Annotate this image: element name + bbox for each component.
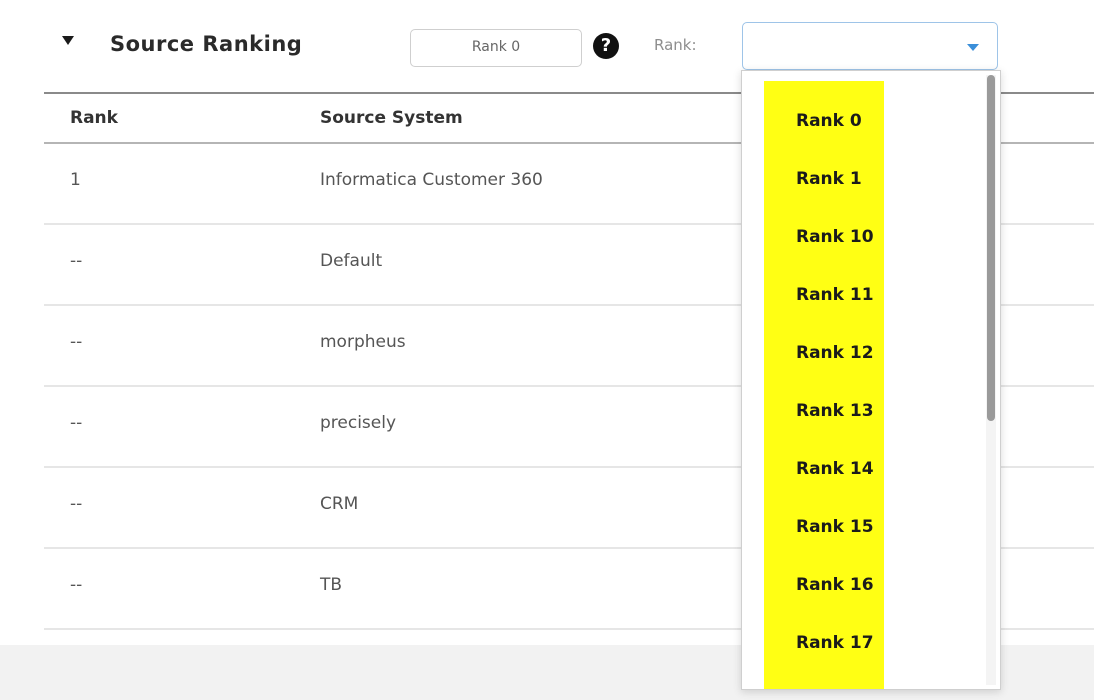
dropdown-scrollbar[interactable]	[986, 75, 996, 685]
dropdown-option-label: Rank 17	[792, 629, 880, 657]
cell-source-system: TB	[320, 575, 343, 595]
rank-select[interactable]	[742, 22, 998, 70]
dropdown-option-label: Rank 14	[792, 455, 880, 483]
cell-rank: 1	[70, 170, 81, 190]
cell-source-system: precisely	[320, 413, 397, 433]
cell-source-system: CRM	[320, 494, 359, 514]
dropdown-option[interactable]: Rank 17	[742, 617, 982, 675]
cell-source-system: Informatica Customer 360	[320, 170, 543, 190]
rank-label: Rank:	[654, 36, 697, 54]
rank-chip-button[interactable]: Rank 0	[410, 29, 582, 67]
dropdown-option[interactable]: Rank 1	[742, 153, 982, 211]
cell-rank: --	[70, 332, 83, 352]
cell-source-system: morpheus	[320, 332, 406, 352]
dropdown-option[interactable]: Rank 15	[742, 501, 982, 559]
dropdown-option-label: Rank 16	[792, 571, 880, 599]
cell-source-system: Default	[320, 251, 383, 271]
dropdown-option-label: Rank 11	[792, 281, 880, 309]
scrollbar-thumb[interactable]	[987, 75, 995, 421]
cell-rank: --	[70, 251, 83, 271]
dropdown-option[interactable]: Rank 11	[742, 269, 982, 327]
rank-dropdown-list[interactable]: Rank 0 Rank 1 Rank 10 Rank 11 Rank 12 Ra…	[741, 70, 1001, 690]
caret-down-icon[interactable]	[967, 44, 979, 51]
dropdown-option-label: Rank 1	[792, 165, 868, 193]
cell-rank: --	[70, 575, 83, 595]
section-title: Source Ranking	[110, 32, 303, 56]
dropdown-option[interactable]: Rank 13	[742, 385, 982, 443]
dropdown-option[interactable]: Rank 0	[742, 95, 982, 153]
dropdown-option-label: Rank 0	[792, 107, 868, 135]
help-question-icon[interactable]: ?	[593, 33, 619, 59]
dropdown-option-label: Rank 12	[792, 339, 880, 367]
dropdown-option[interactable]: Rank 12	[742, 327, 982, 385]
column-header-rank[interactable]: Rank	[70, 108, 118, 128]
cell-rank: --	[70, 494, 83, 514]
dropdown-option[interactable]: Rank 16	[742, 559, 982, 617]
column-header-source-system[interactable]: Source System	[320, 108, 463, 128]
dropdown-option-label: Rank 15	[792, 513, 880, 541]
cell-rank: --	[70, 413, 83, 433]
dropdown-option-label: Rank 13	[792, 397, 880, 425]
collapse-triangle-icon[interactable]	[62, 36, 74, 45]
page: Source Ranking Rank 0 ? Rank: Rank Sourc…	[0, 0, 1094, 700]
dropdown-option-label: Rank 10	[792, 223, 880, 251]
dropdown-option[interactable]: Rank 10	[742, 211, 982, 269]
dropdown-option[interactable]: Rank 14	[742, 443, 982, 501]
